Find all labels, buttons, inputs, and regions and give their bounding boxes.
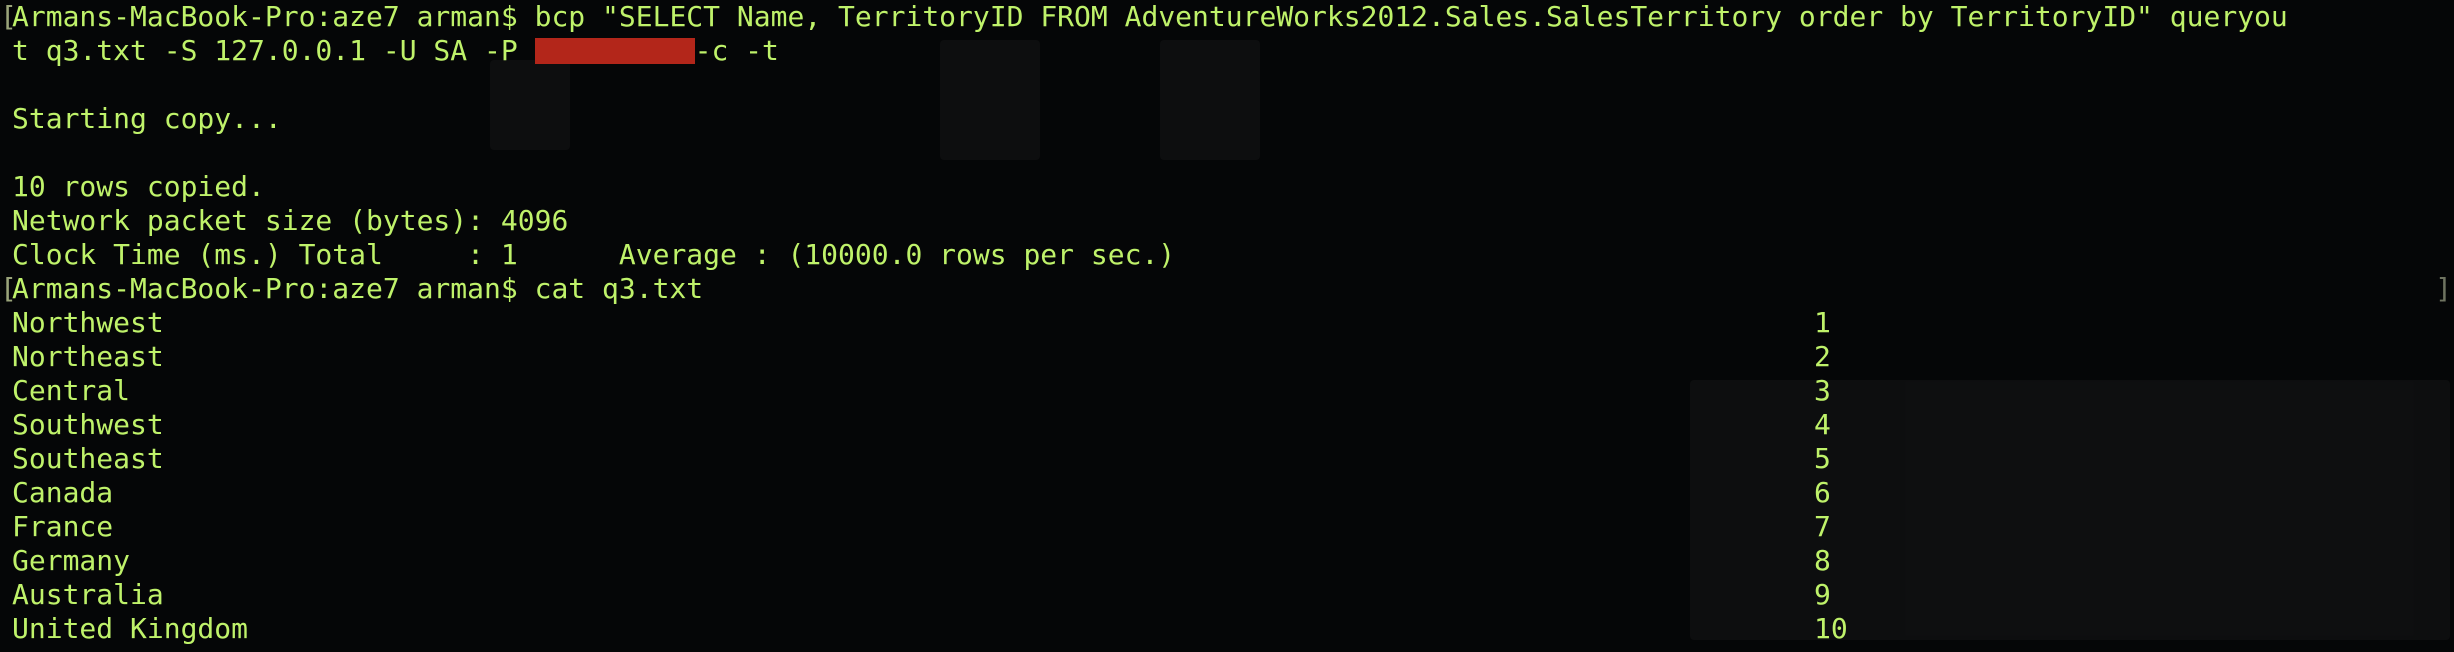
shell-prompt: Armans-MacBook-Pro:aze7 arman$ [12, 0, 535, 33]
bcp-command-args: t q3.txt -S 127.0.0.1 -U SA -P [12, 34, 535, 67]
terminal-window[interactable]: [ Armans-MacBook-Pro:aze7 arman$ bcp "SE… [0, 0, 2454, 652]
redacted-password [534, 38, 695, 64]
territory-name: Southwest [12, 408, 164, 441]
line-marker-right: ] [2435, 272, 2452, 305]
bcp-command-text: bcp "SELECT Name, TerritoryID FROM Adven… [534, 0, 2288, 33]
territory-id: 8 [1814, 544, 1831, 577]
output-starting-copy: Starting copy... [12, 102, 282, 135]
territory-id: 10 [1814, 612, 1848, 645]
shell-prompt: Armans-MacBook-Pro:aze7 arman$ [12, 272, 535, 305]
background-desktop-icon [1160, 40, 1260, 160]
territory-name: United Kingdom [12, 612, 249, 645]
territory-name: Canada [12, 476, 114, 509]
bcp-command-line: Armans-MacBook-Pro:aze7 arman$ bcp "SELE… [12, 0, 2288, 34]
territory-name: Australia [12, 578, 164, 611]
background-desktop-icon [490, 60, 570, 150]
territory-name: Northeast [12, 340, 164, 373]
bcp-command-continuation: t q3.txt -S 127.0.0.1 -U SA -P -c -t [12, 34, 779, 68]
bcp-command-flags: -c -t [694, 34, 779, 67]
cat-command-text: cat q3.txt [534, 272, 704, 305]
territory-name: Northwest [12, 306, 164, 339]
territory-id: 1 [1814, 306, 1831, 339]
output-clock-time: Clock Time (ms.) Total : 1 Average : (10… [12, 238, 1176, 271]
territory-id: 6 [1814, 476, 1831, 509]
territory-name: Germany [12, 544, 131, 577]
cat-command-line: Armans-MacBook-Pro:aze7 arman$ cat q3.tx… [12, 272, 703, 306]
territory-id: 9 [1814, 578, 1831, 611]
territory-id: 2 [1814, 340, 1831, 373]
territory-id: 5 [1814, 442, 1831, 475]
output-packet-size: Network packet size (bytes): 4096 [12, 204, 569, 237]
output-rows-copied: 10 rows copied. [12, 170, 265, 203]
territory-name: Southeast [12, 442, 164, 475]
territory-id: 3 [1814, 374, 1831, 407]
background-window [1690, 380, 2450, 640]
background-desktop-icon [940, 40, 1040, 160]
territory-id: 7 [1814, 510, 1831, 543]
territory-id: 4 [1814, 408, 1831, 441]
territory-name: France [12, 510, 114, 543]
territory-name: Central [12, 374, 131, 407]
